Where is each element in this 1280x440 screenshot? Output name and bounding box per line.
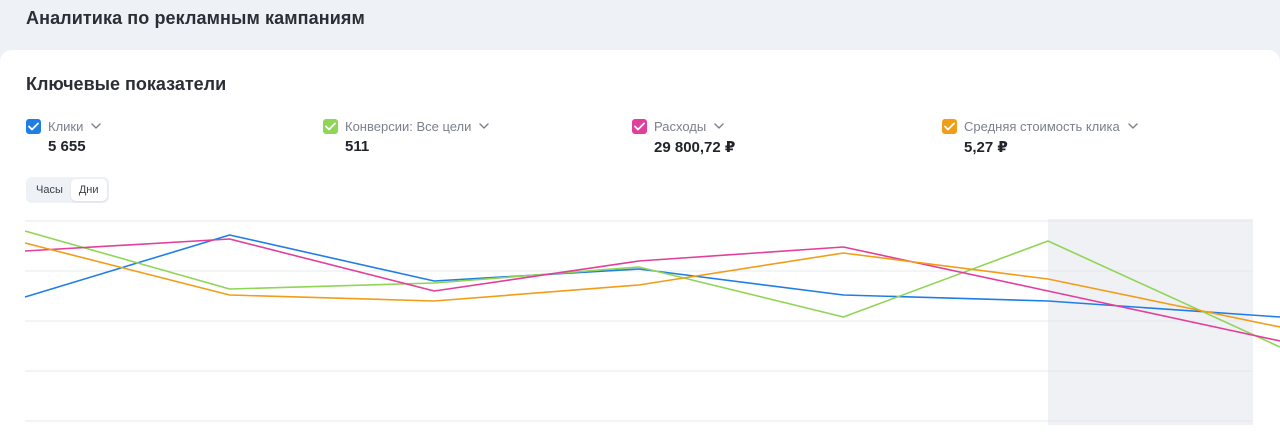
metric-spend: Расходы 29 800,72 ₽ [632,118,735,156]
metric-value: 511 [345,138,370,155]
chevron-down-icon[interactable] [714,123,724,129]
toggle-option-days[interactable]: Дни [70,179,107,201]
period-toggle: Часы Дни [26,177,109,203]
card-title: Ключевые показатели [26,74,227,94]
chevron-down-icon[interactable] [91,123,102,129]
metric-clicks: Клики 5 655 [26,118,102,155]
metric-conversions: Конверсии: Все цели 511 [323,118,490,155]
checkbox-checked-icon[interactable] [26,118,41,134]
page-title: Аналитика по рекламным кампаниям [26,8,365,28]
checkbox-checked-icon[interactable] [632,118,647,134]
metric-label: Средняя стоимость клика [964,118,1120,134]
metric-label: Расходы [654,118,707,134]
metric-label: Конверсии: Все цели [345,118,472,134]
checkbox-checked-icon[interactable] [323,118,338,134]
checkbox-checked-icon[interactable] [942,118,957,134]
metric-avg-cpc: Средняя стоимость клика 5,27 ₽ [942,118,1138,156]
metric-value: 5,27 ₽ [964,139,1008,156]
toggle-option-hours[interactable]: Часы [28,179,71,201]
chart-highlight-region [1048,219,1253,425]
metric-label: Клики [48,118,84,134]
line-chart [24,219,1280,425]
metric-value: 29 800,72 ₽ [654,139,736,156]
chevron-down-icon[interactable] [1128,123,1138,129]
metric-value: 5 655 [48,138,86,155]
chevron-down-icon[interactable] [479,123,490,129]
